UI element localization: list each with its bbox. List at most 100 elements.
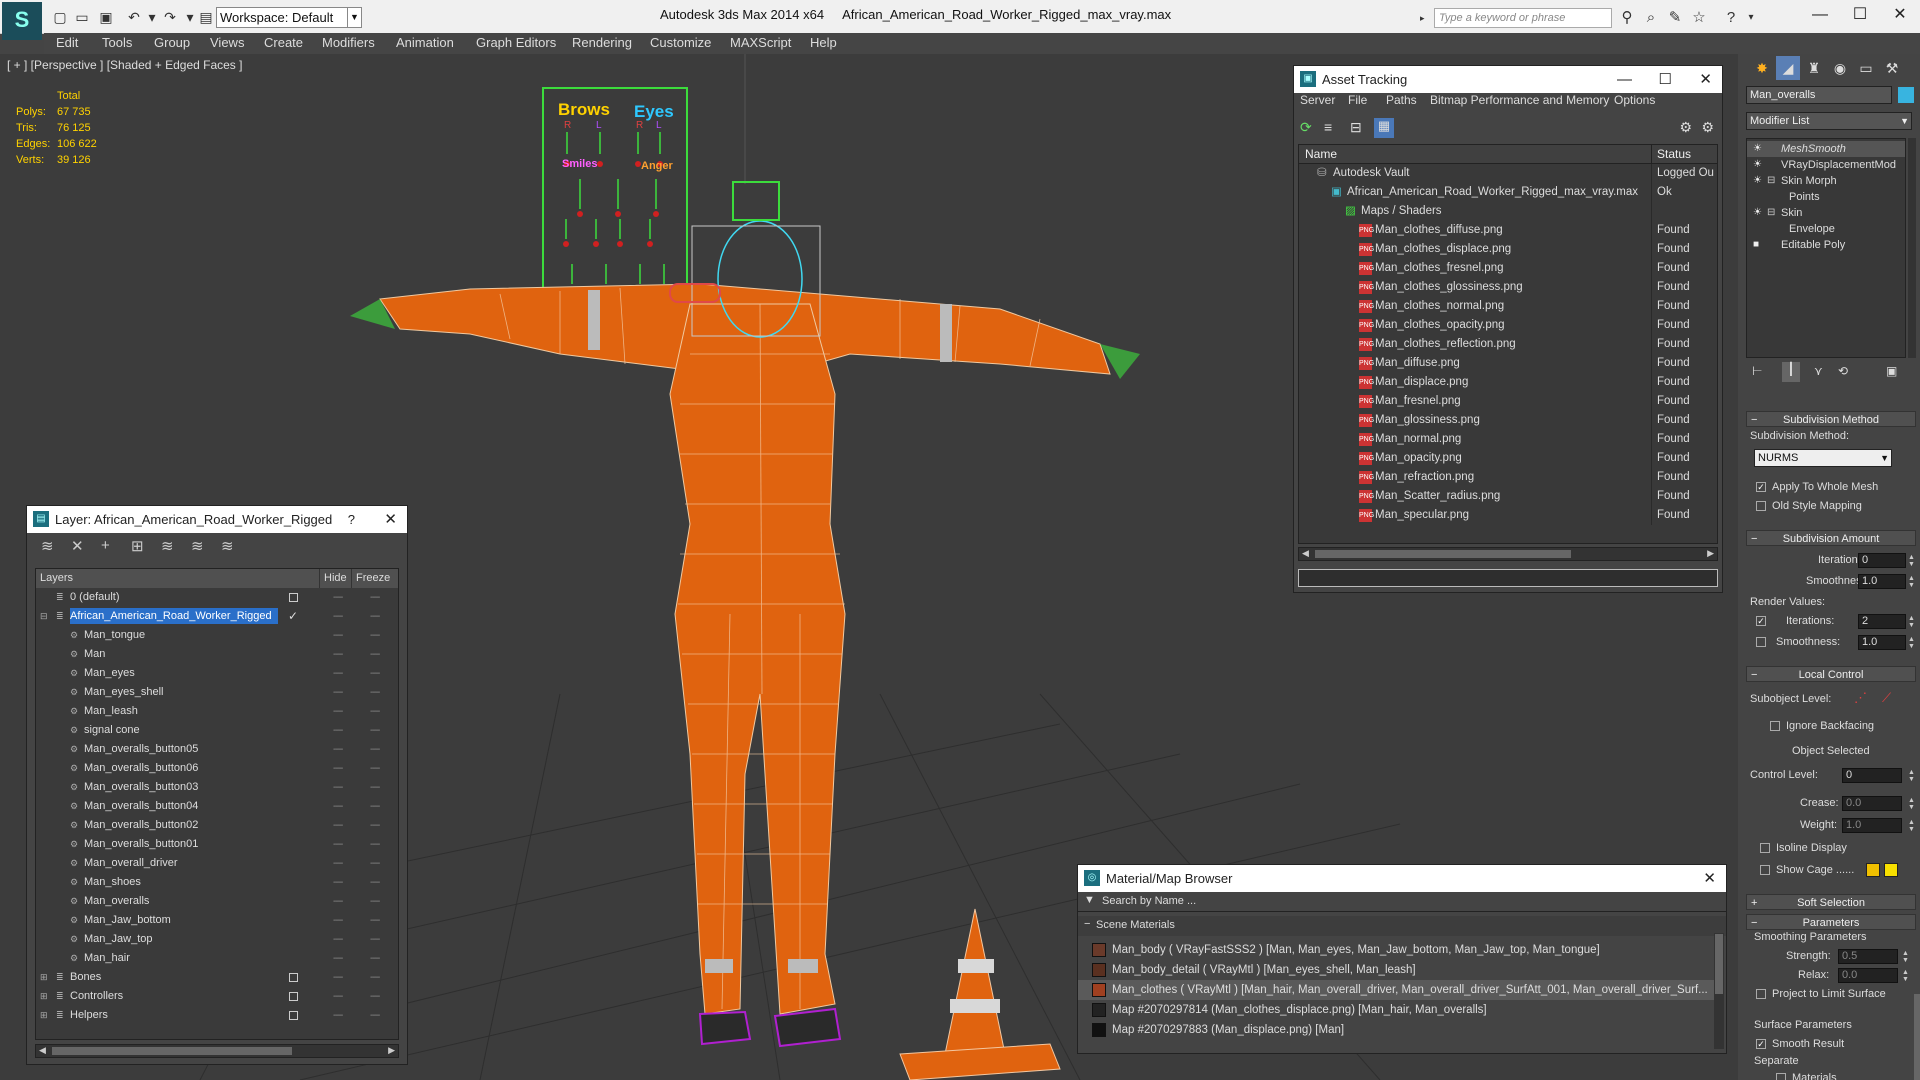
save-file-icon[interactable]: ▣ [96,7,116,27]
viewport-label[interactable]: [ + ] [Perspective ] [Shaded + Edged Fac… [7,58,242,72]
vertex-subobject-icon[interactable]: ⋰ [1854,690,1867,706]
rollout-soft-selection[interactable]: + Soft Selection [1746,894,1916,910]
modify-tab-icon[interactable]: ◢ [1776,56,1800,80]
asset-row[interactable]: PNG Man_specular.png Found [1299,506,1717,525]
menu-help[interactable]: Help [810,35,837,50]
hide-toggle[interactable]: ---- [333,968,343,987]
menu-rendering[interactable]: Rendering [572,35,632,50]
redo-icon[interactable]: ↷ [160,7,180,27]
col-freeze[interactable]: Freeze [351,569,390,588]
materials-checkbox[interactable] [1776,1073,1786,1080]
hide-toggle[interactable]: ---- [333,854,343,873]
col-layers[interactable]: Layers [40,569,73,588]
asset-row[interactable]: PNG Man_Scatter_radius.png Found [1299,487,1717,506]
strength-spinner[interactable]: 0.5 [1838,949,1898,964]
stack-scrollbar[interactable] [1908,138,1916,358]
help-icon[interactable]: ? [1720,8,1742,28]
hide-toggle[interactable]: ---- [333,930,343,949]
hide-toggle[interactable]: ---- [333,721,343,740]
render-smoothness-spinner[interactable]: 1.0 [1858,635,1906,650]
expand-icon[interactable]: ⊟ [1767,205,1775,221]
col-hide[interactable]: Hide [319,569,347,588]
asset-table-scrollbar[interactable]: ◀ ▶ [1298,547,1718,561]
hide-toggle[interactable]: ---- [333,873,343,892]
hide-toggle[interactable]: ---- [333,626,343,645]
show-cage-checkbox[interactable] [1760,865,1770,875]
expand-icon[interactable] [40,592,50,602]
layer-row[interactable]: ⚙ Man_overalls_button01 ---- ---- [36,835,398,854]
freeze-toggle[interactable]: ---- [370,778,380,797]
apply-whole-mesh-checkbox[interactable]: ✓ [1756,482,1766,492]
menu-graph-editors[interactable]: Graph Editors [476,35,556,50]
collapse-icon[interactable]: − [1084,918,1090,930]
layer-row[interactable]: ⊞ ≣ Bones ---- ---- [36,968,398,987]
freeze-toggle[interactable]: ---- [370,930,380,949]
help-button[interactable]: ? [348,506,355,533]
asset-row[interactable]: PNG Man_glossiness.png Found [1299,411,1717,430]
asset-row[interactable]: PNG Man_clothes_diffuse.png Found [1299,221,1717,240]
rollout-local-control[interactable]: − Local Control [1746,666,1916,682]
layer-row[interactable]: ⚙ Man_leash ---- ---- [36,702,398,721]
freeze-toggle[interactable]: ---- [370,873,380,892]
at-menu-options[interactable]: Options [1614,93,1655,107]
modifier-toggle-icon[interactable]: ☀ [1753,205,1762,221]
expand-icon[interactable]: ⊟ [1767,173,1775,189]
spinner-arrows-icon[interactable]: ▲ ▼ [1908,636,1916,651]
list-view-icon[interactable]: ≡ [1324,119,1332,135]
asset-row[interactable]: PNG Man_clothes_opacity.png Found [1299,316,1717,335]
layer-row[interactable]: ⚙ Man_shoes ---- ---- [36,873,398,892]
layer-list[interactable]: Layers Hide Freeze ≣ 0 (default) ---- ---- ⊟… [35,568,399,1040]
material-row[interactable]: Man_body ( VRayFastSSS2 ) [Man, Man_eyes… [1078,940,1714,960]
material-row[interactable]: Map #2070297814 (Man_clothes_displace.pn… [1078,1000,1714,1020]
modifier-stack-item[interactable]: ☀ VRayDisplacementMod [1747,157,1905,173]
modifier-toggle-icon[interactable]: ☀ [1753,157,1762,173]
hide-toggle[interactable]: ---- [333,1006,343,1025]
modifier-stack-item[interactable]: Points [1747,189,1905,205]
scroll-left-icon[interactable]: ◀ [1302,548,1309,559]
hide-all-icon[interactable]: ≋ [191,537,204,555]
rollout-subdivision-method[interactable]: − Subdivision Method [1746,411,1916,427]
layer-row[interactable]: ⚙ Man_eyes ---- ---- [36,664,398,683]
at-menu-file[interactable]: File [1348,93,1367,107]
vault-login-icon[interactable]: ⚙ [1679,119,1692,136]
material-row[interactable]: Man_body_detail ( VRayMtl ) [Man_eyes_sh… [1078,960,1714,980]
add-to-layer-icon[interactable]: + [101,537,110,554]
spinner-arrows-icon[interactable]: ▲ ▼ [1908,769,1916,784]
material-row[interactable]: Man_clothes ( VRayMtl ) [Man_hair, Man_o… [1078,980,1714,1000]
layer-row[interactable]: ⚙ Man ---- ---- [36,645,398,664]
display-tab-icon[interactable]: ▭ [1854,56,1878,80]
hide-toggle[interactable]: ---- [333,702,343,721]
smoothness-spinner[interactable]: 1.0 [1858,574,1906,589]
freeze-toggle[interactable]: ---- [370,740,380,759]
new-file-icon[interactable]: ▢ [50,7,70,27]
modifier-stack-item[interactable]: ■ Editable Poly [1747,237,1905,253]
current-layer-checkbox[interactable] [289,992,298,1001]
rollout-subdivision-amount[interactable]: − Subdivision Amount [1746,530,1916,546]
freeze-toggle[interactable]: ---- [370,797,380,816]
asset-row[interactable]: PNG Man_clothes_displace.png Found [1299,240,1717,259]
project-folder-icon[interactable]: ▤ [196,7,216,27]
options-dropdown-icon[interactable]: ▼ [1084,894,1095,906]
modifier-toggle-icon[interactable]: ☀ [1753,173,1762,189]
layer-row[interactable]: ≣ 0 (default) ---- ---- [36,588,398,607]
modifier-stack-item[interactable]: Envelope [1747,221,1905,237]
layer-row[interactable]: ⚙ Man_Jaw_top ---- ---- [36,930,398,949]
vault-settings-icon[interactable]: ⚙ [1701,119,1714,136]
freeze-toggle[interactable]: ---- [370,949,380,968]
minimize-icon[interactable]: — [1617,66,1632,93]
search-expand-icon[interactable]: ▸ [1420,8,1432,28]
binoculars-icon[interactable]: ⚲ [1616,8,1638,28]
layer-row[interactable]: ⚙ Man_overall_driver ---- ---- [36,854,398,873]
hide-toggle[interactable]: ---- [333,987,343,1006]
hierarchy-tab-icon[interactable]: ♜ [1802,56,1826,80]
asset-row[interactable]: ⛁ Autodesk Vault Logged Ou [1299,164,1717,183]
close-icon[interactable]: ✕ [1699,66,1712,93]
favorites-star-icon[interactable]: ☆ [1688,8,1710,28]
open-file-icon[interactable]: ▭ [72,7,92,27]
utilities-tab-icon[interactable]: ⚒ [1880,56,1904,80]
old-style-mapping-checkbox[interactable] [1756,501,1766,511]
menu-create[interactable]: Create [264,35,303,50]
object-color-swatch[interactable] [1898,87,1914,103]
layer-row[interactable]: ⊞ ≣ Controllers ---- ---- [36,987,398,1006]
hide-toggle[interactable]: ---- [333,664,343,683]
